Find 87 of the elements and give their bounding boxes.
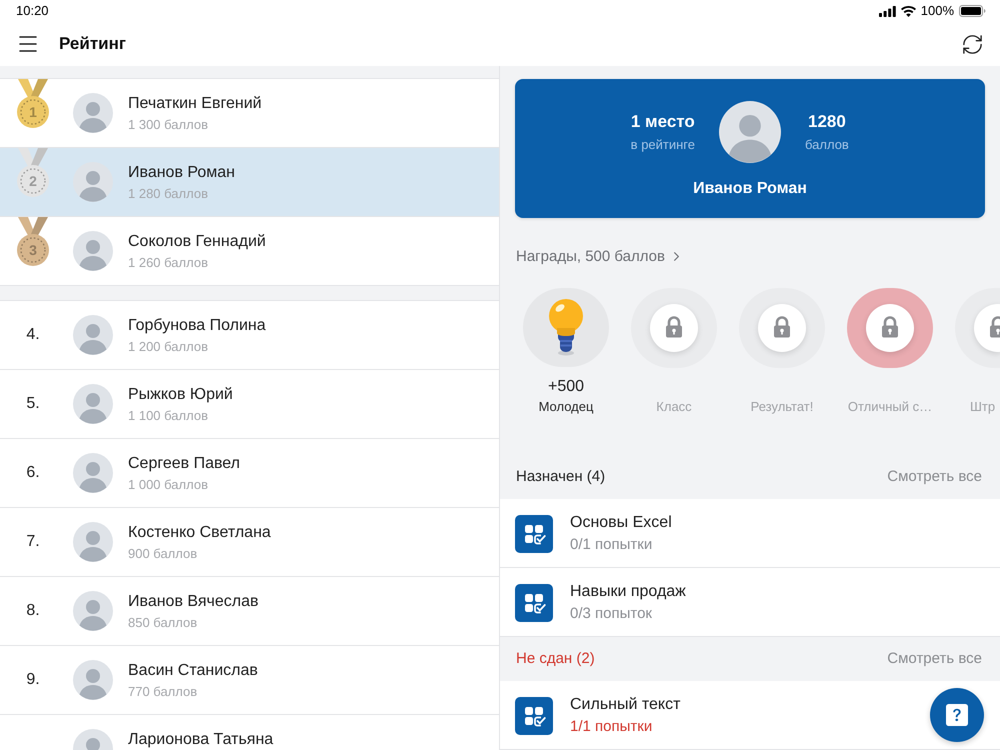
participant-points: 1 200 баллов [128,339,209,355]
medal-rank: 1 [28,103,38,122]
leaderboard-row[interactable]: 1 Печаткин Евгений 1 300 баллов [0,79,499,148]
rank-number: 4. [25,325,41,345]
leaderboard-row[interactable]: 6. Сергеев Павел 1 000 баллов [0,439,499,508]
leaderboard-row[interactable]: 7. Костенко Светлана 900 баллов [0,508,499,577]
avatar-icon [73,522,113,562]
course-icon [515,697,553,735]
participant-name: Костенко Светлана [128,523,271,543]
status-time: 10:20 [16,3,49,19]
participant-name: Сергеев Павел [128,454,240,474]
award-points: +500 [548,379,584,395]
place-caption: в рейтинге [630,136,695,152]
avatar-icon [73,384,113,424]
participant-name: Васин Станислав [128,661,258,681]
participant-name: Соколов Геннадий [128,232,266,252]
participant-points: 1 000 баллов [128,477,209,493]
course-title: Основы Excel [570,513,672,533]
page-title: Рейтинг [59,34,126,54]
leaderboard-row[interactable]: 4. Горбунова Полина 1 200 баллов [0,301,499,370]
participant-name: Горбунова Полина [128,316,266,336]
medal-rank: 3 [28,241,38,260]
avatar-icon [73,93,113,133]
awards-link[interactable]: Награды, 500 баллов [516,246,684,267]
leaderboard-row[interactable]: 9. Васин Станислав 770 баллов [0,646,499,715]
avatar-icon [73,591,113,631]
course-icon [515,584,553,622]
participant-name: Иванов Роман [128,163,235,183]
refresh-icon[interactable] [961,32,984,56]
lock-icon [650,304,698,352]
points-value: 1280 [808,112,846,132]
course-row[interactable]: Основы Excel 0/1 попытки [500,499,1000,568]
award-name: Результат! [750,399,814,415]
participant-points: 1 260 баллов [128,255,209,271]
place-value: 1 место [630,112,695,132]
rank-number: 8. [25,601,41,621]
course-title: Сильный текст [570,695,680,715]
participant-name: Ларионова Татьяна [128,730,274,750]
participant-name: Печаткин Евгений [128,94,262,114]
participant-name: Иванов Вячеслав [128,592,259,612]
lightbulb-icon [546,298,586,356]
lock-icon [866,304,914,352]
participant-name: Рыжков Юрий [128,385,233,405]
participant-points: 900 баллов [128,546,198,562]
award-name: Отличный с… [848,399,932,415]
participant-points: 850 баллов [128,615,198,631]
leaderboard-row[interactable]: 3 Соколов Геннадий 1 260 баллов [0,217,499,286]
avatar-icon [73,453,113,493]
battery-icon [959,5,986,17]
lock-icon [758,304,806,352]
avatar-icon [719,101,781,163]
lock-icon [974,304,1000,352]
participant-points: 770 баллов [128,684,198,700]
course-row[interactable]: Навыки продаж 0/3 попыток [500,568,1000,637]
course-row[interactable]: Сильный текст 1/1 попытки [500,681,1000,750]
battery-percentage: 100% [920,3,954,19]
avatar-icon [73,162,113,202]
course-attempts: 0/3 попыток [570,605,653,622]
rank-number: 5. [25,394,41,414]
participant-points: 1 300 баллов [128,117,209,133]
points-caption: баллов [805,136,849,152]
signal-icon [878,6,896,16]
help-icon [946,704,968,726]
leaderboard-row[interactable]: 2 Иванов Роман 1 280 баллов [0,148,499,217]
award-name: Молодец [538,399,594,415]
leaderboard-row[interactable]: Ларионова Татьяна [0,715,499,750]
award-name: Класс [656,399,692,415]
course-icon [515,515,553,553]
wifi-icon [900,6,916,16]
profile-name: Иванов Роман [693,179,807,199]
participant-points: 1 100 баллов [128,408,209,424]
participant-points: 1 280 баллов [128,186,209,202]
course-attempts: 0/1 попытки [570,536,654,553]
leaderboard-row[interactable]: 8. Иванов Вячеслав 850 баллов [0,577,499,646]
leaderboard-row[interactable]: 5. Рыжков Юрий 1 100 баллов [0,370,499,439]
course-attempts: 1/1 попытки [570,718,654,735]
avatar-icon [73,315,113,355]
rank-number: 9. [25,670,41,690]
medal-rank: 2 [28,172,38,191]
award-name: Штр [969,399,996,415]
section-title: Не сдан (2) [516,650,595,668]
course-title: Навыки продаж [570,582,686,602]
section-title: Назначен (4) [516,468,606,486]
avatar-icon [73,660,113,700]
rank-number: 6. [25,463,41,483]
rank-number: 7. [25,532,41,552]
avatar-icon [73,231,113,271]
